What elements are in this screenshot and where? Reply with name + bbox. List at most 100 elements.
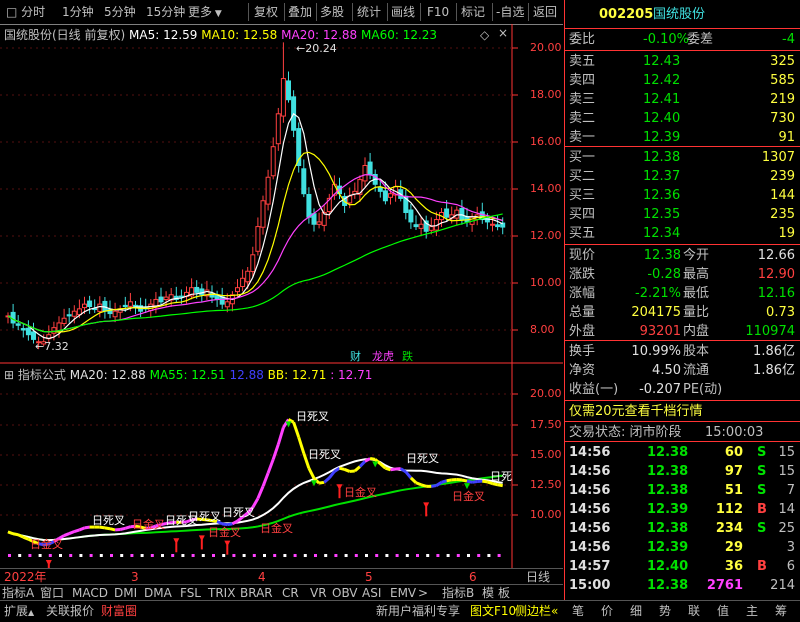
tab-indicator[interactable]: 窗口: [40, 585, 64, 601]
bid-volume: 235: [770, 204, 795, 225]
finance-badge[interactable]: 财: [350, 348, 361, 364]
tab-indicator[interactable]: FSL: [180, 585, 201, 601]
price-tick: 16.00: [530, 135, 562, 148]
sidebar-button[interactable]: 侧边栏«: [515, 602, 558, 620]
adjust-button[interactable]: 复权: [254, 3, 278, 21]
drop-badge[interactable]: 跌: [402, 348, 413, 364]
side-tab[interactable]: 细: [630, 602, 642, 620]
wealth-circle-button[interactable]: 财富圈: [101, 602, 137, 620]
side-tab[interactable]: 主: [746, 602, 758, 620]
signal-dot: [120, 554, 123, 557]
bid-label: 买五: [569, 223, 595, 244]
stats-button[interactable]: 统计: [357, 3, 381, 21]
tick-row: 14:56 12.38 97 S 15: [565, 461, 800, 482]
tab-indicator[interactable]: 指标A: [2, 585, 34, 601]
triangle-up-icon: ▲: [28, 608, 34, 617]
bid-row[interactable]: 买三 12.36 144: [565, 185, 800, 206]
bid-row[interactable]: 买四 12.35 235: [565, 204, 800, 225]
promo-row[interactable]: 仅需20元查看千档行情: [565, 401, 800, 422]
indicator-tick: 10.00: [530, 508, 562, 521]
tab-indicator[interactable]: OBV: [332, 585, 358, 601]
tab-indicator[interactable]: ASI: [362, 585, 381, 601]
side-tab[interactable]: 筹: [775, 602, 787, 620]
mark-button[interactable]: 标记: [461, 3, 485, 21]
side-tab[interactable]: 值: [717, 602, 729, 620]
signal-label: 日金叉: [132, 516, 165, 532]
bb-segment: [309, 468, 314, 478]
tab-indicator[interactable]: MACD: [72, 585, 108, 601]
ask-row[interactable]: 卖二 12.40 730: [565, 108, 800, 129]
related-quote-button[interactable]: 关联报价: [46, 602, 94, 620]
draw-line-button[interactable]: 画线: [391, 3, 415, 21]
indicator-chart[interactable]: ⊞ 指标公式 MA20: 12.88 MA55: 12.51 12.88 BB:…: [0, 364, 563, 568]
high-annotation: ←20.24: [296, 42, 337, 55]
tab-indicator[interactable]: VR: [310, 585, 327, 601]
new-user-promo[interactable]: 新用户福利专享: [376, 602, 460, 620]
ask-row[interactable]: 卖五 12.43 325: [565, 51, 800, 72]
bb-segment: [120, 528, 125, 529]
side-tab[interactable]: 联: [688, 602, 700, 620]
quote-label-2: 最低: [683, 283, 709, 304]
tab-indicator[interactable]: TRIX: [208, 585, 235, 601]
date-label-3: 3: [131, 569, 139, 585]
ask-row[interactable]: 卖一 12.39 91: [565, 127, 800, 148]
fund-label-2: PE(动): [683, 379, 722, 400]
fund-label: 换手: [569, 341, 595, 362]
period-1min[interactable]: 1分钟: [62, 3, 94, 21]
tab-board[interactable]: 板: [498, 585, 510, 601]
dragon-tiger-badge[interactable]: 龙虎: [372, 348, 394, 364]
low-value: 7.32: [44, 340, 69, 353]
period-15min[interactable]: 15分钟: [146, 3, 185, 21]
side-tab[interactable]: 势: [659, 602, 671, 620]
tab-indicator[interactable]: DMA: [144, 585, 172, 601]
back-button[interactable]: 返回: [533, 3, 557, 21]
period-5min[interactable]: 5分钟: [104, 3, 136, 21]
signal-dot: [498, 554, 501, 557]
side-tab[interactable]: 价: [601, 602, 613, 620]
tick-time: 15:00: [569, 575, 610, 596]
side-tab[interactable]: 笔: [572, 602, 584, 620]
chart-menu-icon[interactable]: ⊞: [4, 368, 14, 382]
signal-dot: [294, 554, 297, 557]
candlestick-chart[interactable]: 国统股份(日线 前复权) MA5: 12.59 MA10: 12.58 MA20…: [0, 24, 563, 364]
signal-dot: [416, 554, 419, 557]
tab-indicator[interactable]: EMV: [390, 585, 416, 601]
tab-indicator[interactable]: DMI: [114, 585, 137, 601]
signal-dot: [436, 554, 439, 557]
tab-template[interactable]: 模: [482, 585, 494, 601]
period-more[interactable]: 更多 ▼: [188, 3, 222, 21]
f10-button[interactable]: F10: [427, 3, 449, 21]
tick-count: 15: [778, 442, 795, 463]
ask-row[interactable]: 卖四 12.42 585: [565, 70, 800, 91]
ask-row[interactable]: 卖三 12.41 219: [565, 89, 800, 110]
tab-indicator[interactable]: CR: [282, 585, 299, 601]
tab-scroll-right[interactable]: >: [418, 585, 428, 601]
expand-button[interactable]: 扩展▲: [4, 602, 34, 620]
bid-row[interactable]: 买一 12.38 1307: [565, 147, 800, 168]
signal-label: 日死叉: [222, 504, 255, 520]
bid-price: 12.34: [643, 223, 680, 244]
signal-dot: [467, 554, 470, 557]
period-intraday[interactable]: □ 分时: [6, 3, 45, 21]
candle-body: [445, 209, 449, 217]
period-indicator[interactable]: 日线: [526, 569, 550, 585]
candle-body: [281, 79, 285, 117]
signal-dot: [314, 554, 317, 557]
multi-stock-button[interactable]: 多股: [320, 3, 344, 21]
tick-volume: 36: [725, 556, 743, 577]
tab-indicator-b[interactable]: 指标B: [442, 585, 474, 601]
overlay-button[interactable]: 叠加: [288, 3, 312, 21]
bid-row[interactable]: 买五 12.34 19: [565, 223, 800, 244]
tick-price: 12.38: [647, 480, 688, 501]
bb-segment: [421, 485, 426, 487]
tab-indicator[interactable]: BRAR: [240, 585, 273, 601]
candle-body: [429, 227, 433, 231]
bb-segment: [391, 469, 396, 470]
ma20-legend: MA20: 12.88: [281, 28, 357, 42]
bid-row[interactable]: 买二 12.37 239: [565, 166, 800, 187]
close-icon[interactable]: ×: [498, 26, 508, 40]
f10-text-button[interactable]: 图文F10: [470, 602, 516, 620]
candle-body: [307, 195, 311, 218]
diamond-icon[interactable]: ◇: [480, 28, 489, 42]
remove-watchlist-button[interactable]: -自选: [496, 3, 524, 21]
